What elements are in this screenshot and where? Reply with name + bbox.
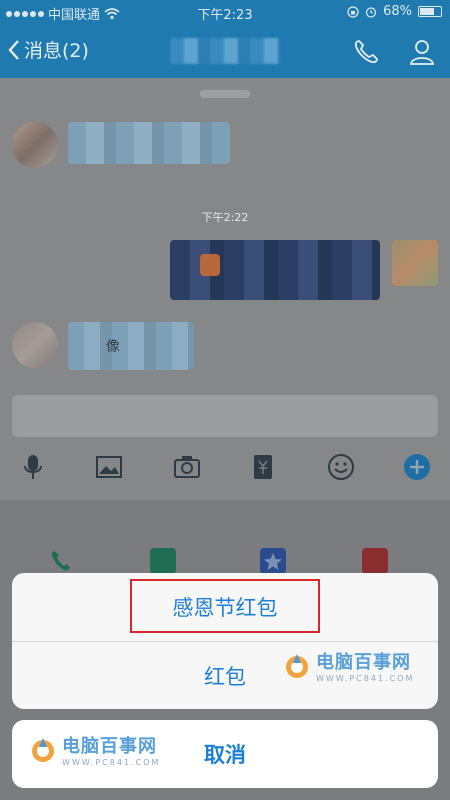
watermark-logo [286,653,308,678]
contact-avatar-2[interactable] [12,322,58,368]
incoming-message-bubble[interactable] [68,122,230,164]
red-packet-icon[interactable] [248,452,278,482]
contact-name-blurred [170,38,280,64]
message-input[interactable] [12,395,438,437]
profile-icon[interactable] [408,38,436,66]
watermark-text: 电脑百事网 [316,652,411,673]
watermark-text-2: 电脑百事网 [62,736,157,757]
my-avatar[interactable] [392,240,438,286]
action-sheet: 感恩节红包 红包 [12,573,438,709]
chevron-left-icon [8,39,19,60]
highlight-box [130,579,320,633]
alarm-icon [365,6,377,18]
watermark-url-2: WWW.PC841.COM [62,758,161,767]
watermark-logo-2 [32,737,54,762]
incoming-message-bubble-2[interactable] [68,322,194,370]
microphone-icon[interactable] [18,452,48,482]
image-icon[interactable] [94,452,124,482]
partial-character: 像 [106,339,120,355]
phone-call-icon[interactable] [352,38,380,66]
favorite-star-icon[interactable] [260,548,286,574]
watermark-left: 电脑百事网 WWW.PC841.COM [28,732,160,767]
blurred-header-strip [200,90,250,98]
contact-avatar[interactable] [12,122,58,168]
emoji-icon[interactable] [326,452,356,482]
battery-icon [418,6,442,17]
chat-timestamp: 下午2:22 [201,211,249,224]
battery-percent: 68% [383,4,412,19]
watermark-url: WWW.PC841.COM [316,674,415,683]
status-bar: 中国联通 下午2:23 68% [0,0,450,24]
cancel-label: 取消 [204,743,246,767]
status-right: 68% [347,4,442,19]
navigation-bar: 消息(2) [0,24,450,78]
input-toolbar [0,448,450,488]
camera-icon[interactable] [172,452,202,482]
video-call-icon[interactable] [150,548,176,574]
watermark-right: 电脑百事网 WWW.PC841.COM [282,648,414,683]
back-button[interactable]: 消息(2) [8,36,89,63]
plus-icon[interactable] [402,452,432,482]
phone-call-panel-icon[interactable] [48,548,74,574]
rotation-lock-icon [347,5,359,18]
red-packet-panel-icon[interactable] [362,548,388,574]
back-label: 消息(2) [24,40,89,62]
orange-image-thumbnail [200,254,220,276]
